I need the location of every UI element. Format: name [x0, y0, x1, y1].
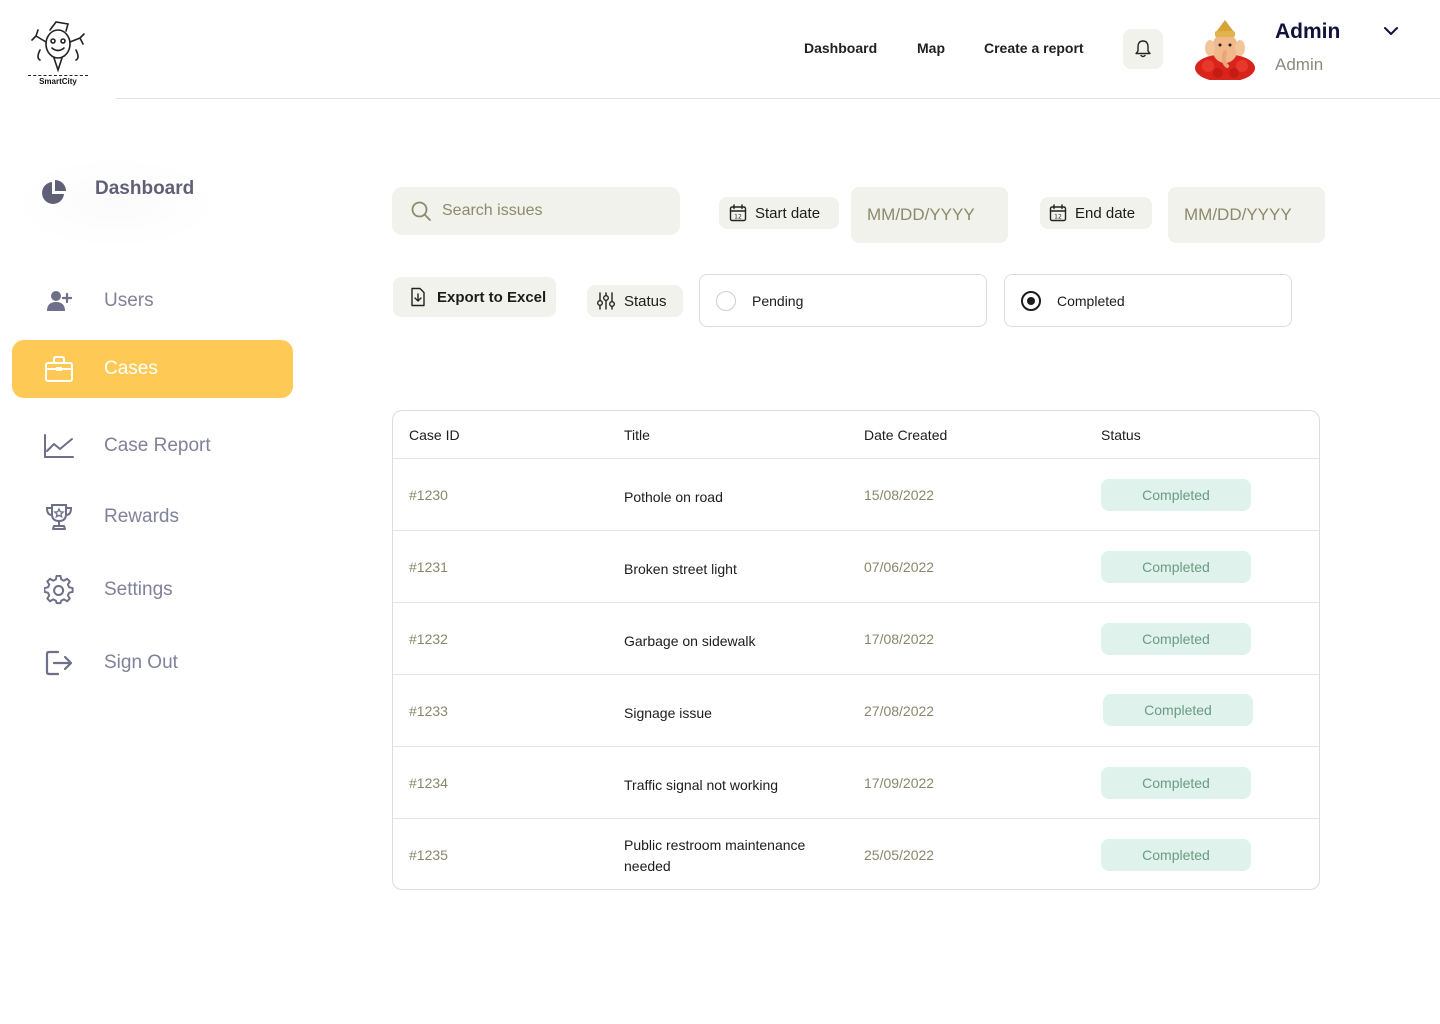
table-row[interactable]: #1233 Signage issue 27/08/2022 Completed	[393, 675, 1319, 747]
case-id: #1230	[409, 487, 448, 503]
case-title: Broken street light	[624, 561, 737, 577]
status-option-completed[interactable]: Completed	[1004, 274, 1292, 327]
column-header-status[interactable]: Status	[1101, 427, 1141, 443]
case-title: Garbage on sidewalk	[624, 633, 756, 649]
gear-icon	[42, 573, 76, 607]
status-badge: Completed	[1101, 839, 1251, 871]
sign-out-icon	[42, 646, 76, 680]
sliders-icon	[597, 292, 615, 310]
file-download-icon	[411, 287, 425, 307]
table-row[interactable]: #1231 Broken street light 07/06/2022 Com…	[393, 531, 1319, 603]
avatar[interactable]	[1194, 18, 1256, 80]
sidebar-item-sign-out[interactable]: Sign Out	[12, 634, 293, 692]
case-id: #1232	[409, 631, 448, 647]
status-label: Status	[624, 292, 667, 310]
header-divider	[116, 98, 1440, 99]
sidebar-item-rewards[interactable]: Rewards	[12, 488, 293, 546]
export-to-excel-button[interactable]: Export to Excel	[393, 277, 556, 317]
case-id: #1234	[409, 775, 448, 791]
sidebar-item-label: Dashboard	[95, 178, 195, 199]
table-row[interactable]: #1230 Pothole on road 15/08/2022 Complet…	[393, 459, 1319, 531]
column-header-date-created[interactable]: Date Created	[864, 427, 947, 443]
search-icon	[411, 201, 431, 221]
cases-table: Case ID Title Date Created Status #1230 …	[392, 410, 1320, 890]
export-label: Export to Excel	[437, 288, 547, 306]
end-date-label[interactable]: 12 End date	[1040, 197, 1152, 229]
sidebar-item-case-report[interactable]: Case Report	[12, 417, 293, 475]
status-badge: Completed	[1101, 623, 1251, 655]
sidebar-item-label: Case Report	[104, 435, 211, 456]
radio-unselected-icon	[716, 290, 736, 311]
status-badge: Completed	[1101, 479, 1251, 511]
start-date-label[interactable]: 12 Start date	[719, 197, 839, 229]
status-badge: Completed	[1103, 694, 1253, 726]
sidebar-item-cases[interactable]: Cases	[12, 340, 293, 398]
case-date: 27/08/2022	[864, 703, 935, 719]
add-user-icon	[42, 284, 76, 318]
case-id: #1235	[409, 847, 448, 863]
user-name: Admin	[1275, 20, 1341, 43]
logo-mascot-icon	[31, 21, 85, 73]
svg-text:12: 12	[1054, 214, 1062, 221]
status-filter-label[interactable]: Status	[587, 285, 683, 317]
start-date-text: Start date	[755, 204, 821, 222]
trophy-icon	[42, 500, 76, 534]
avatar-image	[1194, 18, 1256, 80]
sidebar-item-users[interactable]: Users	[12, 272, 293, 330]
nav-create-report[interactable]: Create a report	[984, 40, 1084, 56]
radio-label: Pending	[752, 292, 804, 309]
search-input[interactable]: Search issues	[392, 187, 680, 235]
line-chart-icon	[42, 429, 76, 463]
table-header: Case ID Title Date Created Status	[393, 411, 1319, 459]
end-date-placeholder: MM/DD/YYYY	[1184, 205, 1292, 224]
case-date: 25/05/2022	[864, 847, 935, 863]
calendar-icon: 12	[1049, 204, 1067, 222]
briefcase-icon	[42, 352, 76, 386]
nav-dashboard[interactable]: Dashboard	[804, 40, 877, 56]
case-title: Public restroom maintenance needed	[624, 837, 806, 874]
sidebar-item-label: Cases	[104, 358, 158, 379]
end-date-text: End date	[1075, 204, 1136, 222]
search-placeholder: Search issues	[442, 202, 543, 219]
pie-chart-icon	[40, 178, 68, 211]
sidebar-item-settings[interactable]: Settings	[12, 561, 293, 619]
sidebar-item-label: Sign Out	[104, 652, 178, 673]
sidebar-item-label: Settings	[104, 579, 173, 600]
chevron-down-icon	[1384, 27, 1398, 35]
user-menu-toggle[interactable]	[1381, 22, 1401, 40]
end-date-field[interactable]: MM/DD/YYYY	[1168, 187, 1325, 243]
status-badge: Completed	[1101, 551, 1251, 583]
case-title: Pothole on road	[624, 489, 723, 505]
nav-map[interactable]: Map	[917, 40, 945, 56]
case-date: 07/06/2022	[864, 559, 935, 575]
start-date-placeholder: MM/DD/YYYY	[867, 205, 975, 224]
radio-selected-icon	[1021, 290, 1041, 311]
column-header-title[interactable]: Title	[624, 427, 650, 443]
start-date-field[interactable]: MM/DD/YYYY	[851, 187, 1008, 243]
case-date: 15/08/2022	[864, 487, 935, 503]
column-header-case-id[interactable]: Case ID	[409, 427, 460, 443]
status-option-pending[interactable]: Pending	[699, 274, 987, 327]
status-badge: Completed	[1101, 767, 1251, 799]
case-id: #1231	[409, 559, 448, 575]
user-role: Admin	[1275, 55, 1324, 74]
table-row[interactable]: #1234 Traffic signal not working 17/09/2…	[393, 747, 1319, 819]
table-row[interactable]: #1232 Garbage on sidewalk 17/08/2022 Com…	[393, 603, 1319, 675]
case-date: 17/09/2022	[864, 775, 935, 791]
notifications-button[interactable]	[1123, 29, 1163, 69]
sidebar-item-label: Rewards	[104, 506, 179, 527]
radio-label: Completed	[1057, 292, 1125, 309]
case-date: 17/08/2022	[864, 631, 935, 647]
sidebar-item-label: Users	[104, 290, 154, 311]
table-row[interactable]: #1235 Public restroom maintenance needed…	[393, 819, 1319, 889]
bell-icon	[1135, 40, 1151, 58]
svg-text:12: 12	[734, 214, 742, 221]
logo-text: SmartCity	[28, 75, 88, 86]
case-title: Signage issue	[624, 705, 712, 721]
case-id: #1233	[409, 703, 448, 719]
calendar-icon: 12	[729, 204, 747, 222]
case-title: Traffic signal not working	[624, 777, 779, 793]
